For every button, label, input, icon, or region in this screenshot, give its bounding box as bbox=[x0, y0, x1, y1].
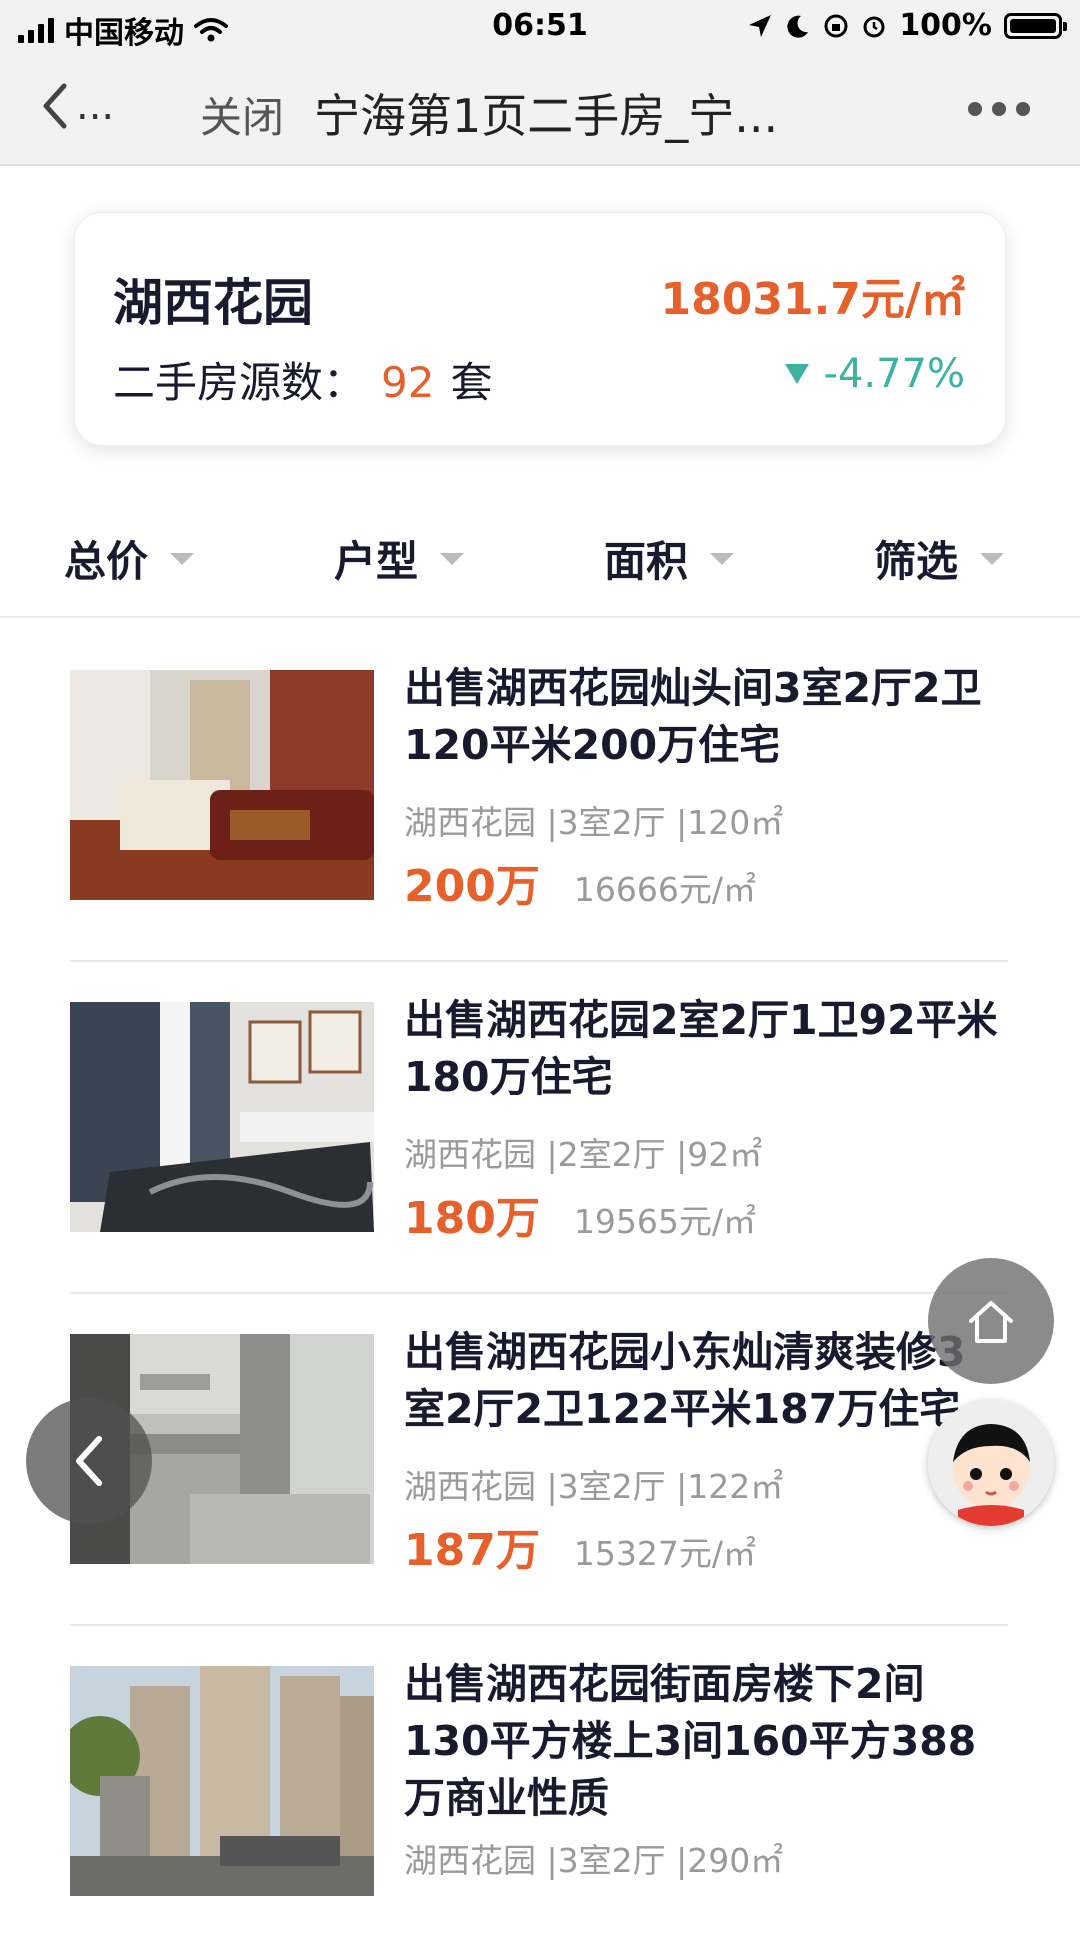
listing-price-row: 200万 16666元/㎡ bbox=[404, 850, 756, 914]
filter-label: 面积 bbox=[604, 537, 689, 586]
caret-down-icon bbox=[980, 552, 1005, 565]
battery-icon bbox=[1004, 12, 1067, 39]
average-price: 18031.7元/㎡ bbox=[660, 274, 965, 325]
listing-item[interactable]: 出售湖西花园2室2厅1卫92平米180万住宅 湖西花园 |2室2厅 |92㎡ 1… bbox=[70, 962, 1008, 1294]
listing-count-unit: 套 bbox=[450, 358, 493, 407]
community-summary-card: 湖西花园 二手房源数： 92 套 18031.7元/㎡ -4.77% bbox=[74, 212, 1006, 446]
listing-price-row: 187万 15327元/㎡ bbox=[404, 1514, 756, 1578]
filter-label: 筛选 bbox=[874, 537, 959, 586]
total-price: 187万 bbox=[404, 1525, 540, 1576]
filter-label: 总价 bbox=[64, 537, 149, 586]
listing-photo bbox=[70, 1002, 374, 1232]
listing-meta: 湖西花园 |3室2厅 |290㎡ bbox=[404, 1841, 784, 1880]
listing-title: 出售湖西花园街面房楼下2间130平方楼上3间160平方388万商业性质 bbox=[404, 1660, 977, 1822]
community-name: 湖西花园 bbox=[113, 274, 313, 332]
chevron-left-icon bbox=[43, 83, 67, 129]
filter-area[interactable]: 面积 bbox=[604, 528, 735, 589]
listing-item[interactable]: 出售湖西花园街面房楼下2间130平方楼上3间160平方388万商业性质 湖西花园… bbox=[70, 1626, 1008, 1958]
alarm-icon bbox=[863, 16, 885, 37]
listing-count-row: 二手房源数： 92 套 bbox=[113, 349, 492, 410]
assistant-avatar-button[interactable] bbox=[928, 1400, 1054, 1526]
filter-layout[interactable]: 户型 bbox=[334, 528, 465, 589]
caret-down-icon bbox=[710, 552, 735, 565]
listing-meta: 湖西花园 |3室2厅 |120㎡ bbox=[404, 803, 784, 842]
unit-price: 16666元/㎡ bbox=[573, 870, 756, 909]
price-change-value: -4.77% bbox=[823, 351, 965, 397]
moon-icon bbox=[787, 15, 809, 38]
listing-photo bbox=[70, 670, 374, 900]
chevron-left-icon bbox=[76, 1436, 102, 1486]
listing-title: 出售湖西花园灿头间3室2厅2卫120平米200万住宅 bbox=[404, 664, 982, 769]
down-arrow-icon bbox=[785, 364, 810, 384]
listing-item[interactable]: 出售湖西花园灿头间3室2厅2卫120平米200万住宅 湖西花园 |3室2厅 |1… bbox=[70, 630, 1008, 962]
home-button[interactable] bbox=[928, 1258, 1054, 1384]
back-label: ... bbox=[76, 83, 115, 129]
listing-title: 出售湖西花园2室2厅1卫92平米180万住宅 bbox=[404, 996, 998, 1101]
caret-down-icon bbox=[440, 552, 465, 565]
listing-meta: 湖西花园 |3室2厅 |122㎡ bbox=[404, 1467, 784, 1506]
floating-back-button[interactable] bbox=[26, 1398, 152, 1524]
listing-title: 出售湖西花园小东灿清爽装修3室2厅2卫122平米187万住宅 bbox=[404, 1328, 966, 1433]
listing-meta: 湖西花园 |2室2厅 |92㎡ bbox=[404, 1135, 763, 1174]
price-change: -4.77% bbox=[785, 351, 965, 397]
more-menu-button[interactable] bbox=[968, 102, 1030, 116]
unit-price: 15327元/㎡ bbox=[573, 1534, 756, 1573]
rotation-lock-icon bbox=[824, 14, 848, 37]
listing-count: 92 bbox=[381, 358, 435, 407]
home-icon bbox=[969, 1301, 1013, 1343]
status-bar: 中国移动 06:51 100% bbox=[0, 0, 1080, 54]
total-price: 200万 bbox=[404, 861, 540, 912]
filter-more[interactable]: 筛选 bbox=[874, 528, 1005, 589]
more-dots-icon bbox=[968, 102, 982, 116]
filter-total-price[interactable]: 总价 bbox=[64, 528, 195, 589]
listing-price-row: 180万 19565元/㎡ bbox=[404, 1182, 756, 1246]
cartoon-boy-avatar-icon bbox=[928, 1400, 1054, 1526]
unit-price: 19565元/㎡ bbox=[573, 1202, 756, 1241]
listing-count-label: 二手房源数： bbox=[113, 358, 366, 407]
caret-down-icon bbox=[170, 552, 195, 565]
filter-label: 户型 bbox=[334, 537, 419, 586]
close-button[interactable]: 关闭 bbox=[200, 84, 284, 145]
battery-label: 100% bbox=[899, 8, 992, 43]
status-right: 100% bbox=[747, 8, 1067, 43]
nav-bar: ... 关闭 宁海第1页二手房_宁... bbox=[0, 54, 1080, 166]
filter-bar: 总价 户型 面积 筛选 bbox=[0, 510, 1080, 618]
listing-item[interactable]: 出售湖西花园小东灿清爽装修3室2厅2卫122平米187万住宅 湖西花园 |3室2… bbox=[70, 1294, 1008, 1626]
location-icon bbox=[749, 14, 772, 37]
listing-photo bbox=[70, 1666, 374, 1896]
page-title: 宁海第1页二手房_宁... bbox=[314, 89, 779, 143]
back-button[interactable]: ... bbox=[40, 82, 114, 130]
total-price: 180万 bbox=[404, 1193, 540, 1244]
